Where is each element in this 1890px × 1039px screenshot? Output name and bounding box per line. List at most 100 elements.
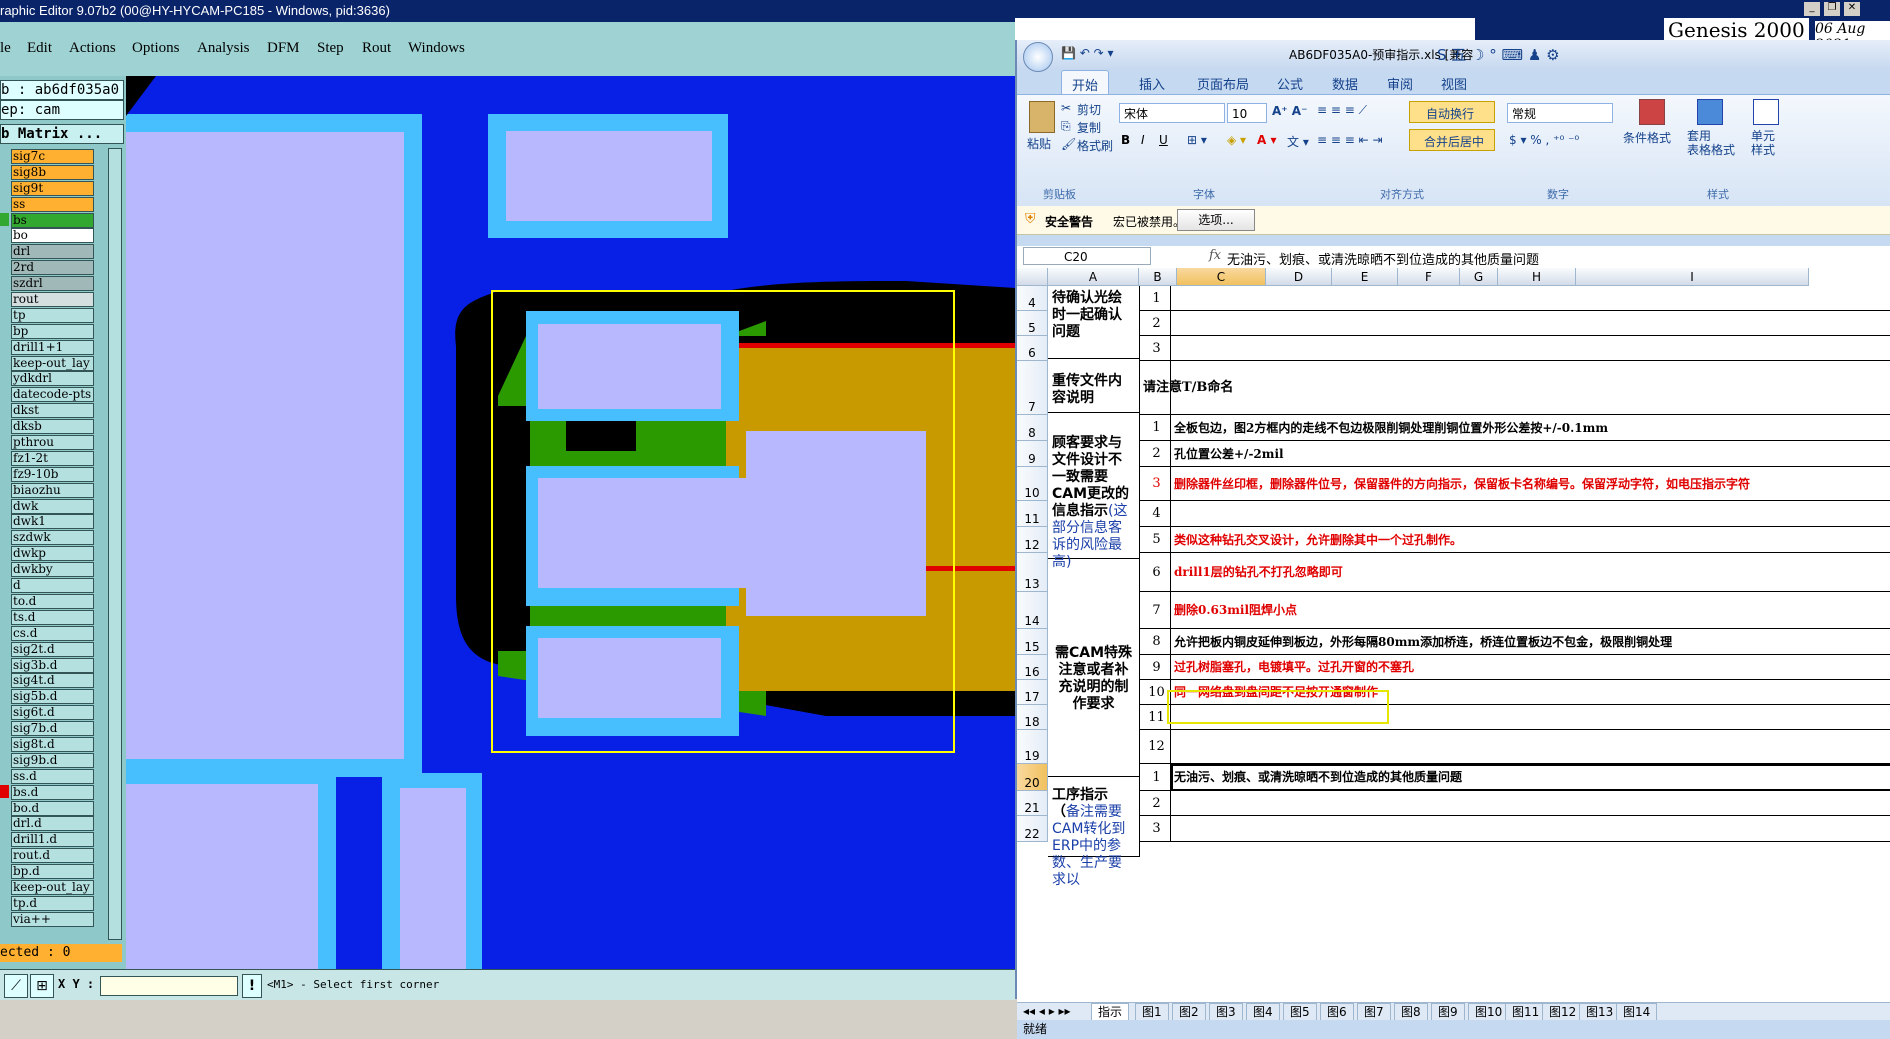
row-header[interactable]: 16 — [1017, 655, 1048, 680]
font-name-select[interactable]: 宋体 — [1119, 103, 1225, 123]
table-format-button[interactable]: 套用 表格格式 — [1687, 129, 1735, 157]
layer-name[interactable]: drl.d — [11, 816, 94, 832]
column-header[interactable]: G — [1460, 268, 1498, 286]
layer-name[interactable]: 2rd — [11, 260, 94, 276]
layer-swatch[interactable] — [0, 149, 9, 162]
row-header[interactable]: 5 — [1017, 311, 1048, 336]
layer-name[interactable]: biaozhu — [11, 482, 94, 498]
layer-name[interactable]: keep-out_lay — [11, 879, 94, 895]
layer-row[interactable]: dwkp — [0, 545, 96, 562]
layer-row[interactable]: sig3b.d — [0, 657, 96, 673]
content-cell[interactable] — [1171, 336, 1890, 361]
menu-analysis[interactable]: Analysis — [197, 40, 250, 57]
layer-swatch[interactable] — [0, 498, 9, 512]
select-all-corner[interactable] — [1017, 268, 1048, 286]
layer-swatch[interactable] — [0, 641, 9, 655]
layer-name[interactable]: pthrou — [11, 435, 94, 451]
tab-formulas[interactable]: 公式 — [1277, 74, 1303, 93]
grow-font-icon[interactable]: A⁺ A⁻ — [1272, 104, 1307, 118]
layer-name[interactable]: bp — [11, 323, 94, 339]
content-cell[interactable] — [1171, 791, 1890, 816]
tab-page-layout[interactable]: 页面布局 — [1197, 74, 1249, 93]
menu-edit[interactable]: Edit — [27, 40, 52, 57]
layer-swatch[interactable] — [0, 768, 9, 782]
layer-name[interactable]: fz1-2t — [11, 450, 94, 466]
layer-row[interactable]: drl — [0, 243, 96, 260]
layer-name[interactable]: drill1+1 — [11, 339, 94, 355]
layer-swatch[interactable] — [0, 387, 9, 401]
layer-swatch[interactable] — [0, 911, 9, 925]
fx-icon[interactable]: fx — [1209, 248, 1221, 263]
row-header[interactable]: 7 — [1017, 361, 1048, 415]
font-size-select[interactable]: 10 — [1227, 103, 1267, 123]
layer-swatch[interactable] — [0, 403, 9, 417]
copy-button[interactable]: 复制 — [1077, 119, 1101, 136]
layer-row[interactable]: bp — [0, 323, 96, 339]
tab-view[interactable]: 视图 — [1441, 74, 1467, 93]
content-cell[interactable] — [1171, 816, 1890, 842]
content-cell[interactable] — [1171, 286, 1890, 311]
layer-name[interactable]: datecode-pts — [11, 387, 94, 403]
layer-name[interactable]: dwkp — [11, 546, 94, 562]
layer-row[interactable]: sig7c — [0, 148, 96, 164]
close-icon[interactable]: ✕ — [1844, 2, 1860, 16]
layer-row[interactable]: fz1-2t — [0, 450, 96, 466]
layer-name[interactable]: szdrl — [11, 276, 94, 292]
conditional-format-icon[interactable] — [1639, 99, 1665, 125]
layer-name[interactable]: fz9-10b — [11, 466, 94, 482]
layer-swatch[interactable] — [0, 546, 9, 560]
layer-row[interactable]: tp — [0, 307, 96, 323]
layer-swatch[interactable] — [0, 466, 9, 480]
layer-row[interactable]: fz9-10b — [0, 466, 96, 482]
layer-name[interactable]: bs.d — [11, 784, 94, 800]
layer-row[interactable]: dwk1 — [0, 513, 96, 530]
row-header[interactable]: 13 — [1017, 553, 1048, 592]
layer-name[interactable]: sig8t.d — [11, 736, 94, 752]
layer-row[interactable]: cs.d — [0, 625, 96, 641]
row-header[interactable]: 20 — [1017, 764, 1048, 791]
content-cell[interactable]: 孔位置公差+/-2mil — [1171, 441, 1890, 467]
layer-name[interactable]: tp.d — [11, 895, 94, 911]
content-cell[interactable] — [1171, 311, 1890, 336]
item-number-cell[interactable]: 1 — [1140, 415, 1171, 441]
layer-name[interactable]: sig6t.d — [11, 705, 94, 721]
layer-name[interactable]: dwkby — [11, 562, 94, 578]
bold-icon[interactable]: B — [1121, 133, 1130, 147]
layer-row[interactable]: pthrou — [0, 434, 96, 451]
tab-insert[interactable]: 插入 — [1139, 74, 1165, 93]
row-header[interactable]: 12 — [1017, 527, 1048, 553]
layer-name[interactable]: drl — [11, 244, 94, 260]
number-format-select[interactable]: 常规 — [1507, 103, 1613, 123]
menu-dfm[interactable]: DFM — [267, 40, 300, 57]
column-header[interactable]: B — [1139, 268, 1177, 286]
font-color-icon[interactable]: A ▾ — [1257, 133, 1277, 147]
layer-name[interactable]: bp.d — [11, 864, 94, 880]
item-number-cell[interactable]: 1 — [1140, 764, 1171, 791]
layer-swatch[interactable] — [0, 435, 9, 449]
layer-row[interactable]: bo — [0, 227, 96, 244]
row-header[interactable]: 8 — [1017, 415, 1048, 441]
content-cell[interactable]: drill1层的钻孔不打孔忽略即可 — [1171, 553, 1890, 592]
item-number-cell[interactable]: 8 — [1140, 629, 1171, 655]
layer-name[interactable]: d — [11, 578, 94, 594]
layer-swatch[interactable] — [0, 705, 9, 719]
layer-swatch[interactable] — [0, 164, 9, 178]
layer-name[interactable]: tp — [11, 307, 94, 323]
layer-swatch[interactable] — [0, 371, 9, 385]
save-icon[interactable]: 💾 ↶ ↷ ▾ — [1061, 46, 1114, 60]
menu-actions[interactable]: Actions — [69, 40, 116, 57]
minimize-icon[interactable]: _ — [1804, 2, 1820, 16]
layer-row[interactable]: szdwk — [0, 529, 96, 546]
layer-name[interactable]: ts.d — [11, 609, 94, 625]
content-cell[interactable] — [1171, 501, 1890, 527]
layer-name[interactable]: cs.d — [11, 625, 94, 641]
layer-row[interactable]: tp.d — [0, 895, 96, 911]
layer-name[interactable]: keep-out_lay — [11, 355, 94, 371]
item-number-cell[interactable]: 3 — [1140, 336, 1171, 361]
layer-row[interactable]: via++ — [0, 911, 96, 927]
content-cell[interactable] — [1171, 730, 1890, 764]
layer-swatch[interactable] — [0, 895, 9, 909]
layer-row[interactable]: rout — [0, 291, 96, 308]
layer-swatch[interactable] — [0, 721, 9, 735]
restore-icon[interactable]: ❐ — [1824, 2, 1840, 16]
